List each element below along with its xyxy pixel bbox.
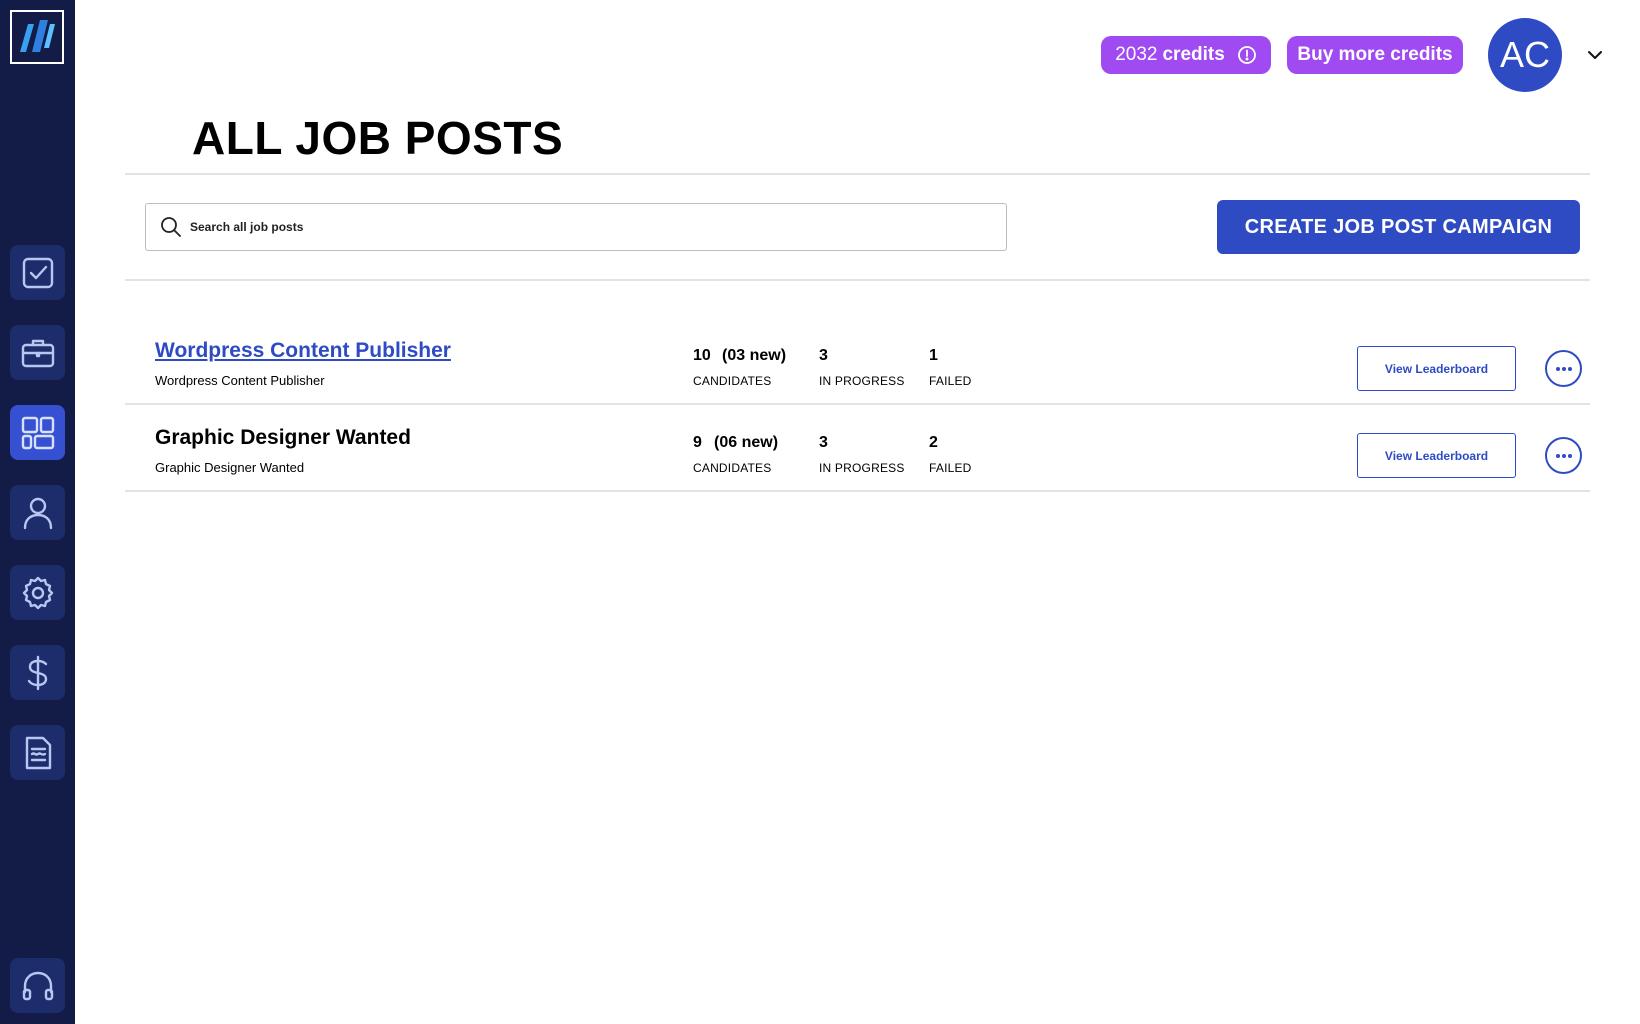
job-row: Wordpress Content Publisher Wordpress Co… (125, 317, 1590, 404)
create-job-post-campaign-button[interactable]: CREATE JOB POST CAMPAIGN (1217, 200, 1580, 254)
briefcase-icon (21, 339, 54, 367)
search-icon (161, 217, 181, 237)
failed-label: FAILED (929, 374, 972, 388)
in-progress-count: 3 (819, 434, 828, 451)
in-progress-label: IN PROGRESS (819, 374, 905, 388)
job-subtitle: Wordpress Content Publisher (155, 373, 325, 388)
document-icon (25, 736, 51, 769)
new-candidates-count: (06 new) (714, 434, 779, 451)
search-input[interactable] (190, 220, 970, 234)
sidebar-item-documents[interactable] (10, 725, 65, 780)
candidates-label: CANDIDATES (693, 461, 772, 475)
failed-label: FAILED (929, 461, 972, 475)
candidates-label: CANDIDATES (693, 374, 772, 388)
logo-icon (20, 20, 55, 52)
search-box[interactable] (145, 203, 1007, 251)
credits-badge[interactable]: 2032 credits (1101, 36, 1271, 74)
credits-value: 2032 (1115, 44, 1158, 65)
sidebar-item-profile[interactable] (10, 485, 65, 540)
title-divider (125, 173, 1590, 175)
toolbar-divider (125, 279, 1590, 281)
job-row: Graphic Designer Wanted Graphic Designer… (125, 404, 1590, 491)
candidates-count: 10 (693, 347, 711, 364)
app-logo[interactable] (10, 10, 64, 64)
more-horizontal-icon (1555, 453, 1572, 458)
new-candidates-count: (03 new) (722, 347, 787, 364)
buy-credits-button[interactable]: Buy more credits (1287, 36, 1463, 74)
user-icon (23, 497, 52, 529)
failed-count: 1 (929, 347, 938, 364)
in-progress-count: 3 (819, 347, 828, 364)
sidebar (0, 0, 75, 1024)
dashboard-icon (21, 416, 54, 449)
credits-label: credits (1162, 44, 1225, 65)
headset-icon (22, 971, 53, 1000)
more-horizontal-icon (1555, 366, 1572, 371)
sidebar-item-jobs[interactable] (10, 325, 65, 380)
page-title: ALL JOB POSTS (192, 112, 564, 164)
sidebar-item-settings[interactable] (10, 565, 65, 620)
job-subtitle: Graphic Designer Wanted (155, 460, 305, 475)
view-leaderboard-button[interactable]: View Leaderboard (1357, 433, 1516, 478)
view-leaderboard-button[interactable]: View Leaderboard (1357, 346, 1516, 391)
in-progress-label: IN PROGRESS (819, 461, 905, 475)
job-title-link[interactable]: Wordpress Content Publisher (155, 339, 451, 363)
job-title-link[interactable]: Graphic Designer Wanted (155, 426, 411, 450)
failed-count: 2 (929, 434, 938, 451)
checkbox-icon (22, 257, 53, 288)
sidebar-item-support[interactable] (10, 958, 65, 1013)
sidebar-item-dashboard[interactable] (10, 405, 65, 460)
sidebar-item-tasks[interactable] (10, 245, 65, 300)
avatar[interactable]: AC (1488, 18, 1562, 92)
gear-icon (22, 576, 53, 609)
candidates-count: 9 (693, 434, 702, 451)
sidebar-item-billing[interactable] (10, 645, 65, 700)
more-options-button[interactable] (1545, 437, 1582, 474)
dollar-icon (27, 655, 47, 690)
chevron-down-icon[interactable] (1584, 44, 1606, 66)
row-divider (125, 490, 1590, 492)
info-icon (1237, 46, 1256, 64)
more-options-button[interactable] (1545, 350, 1582, 387)
